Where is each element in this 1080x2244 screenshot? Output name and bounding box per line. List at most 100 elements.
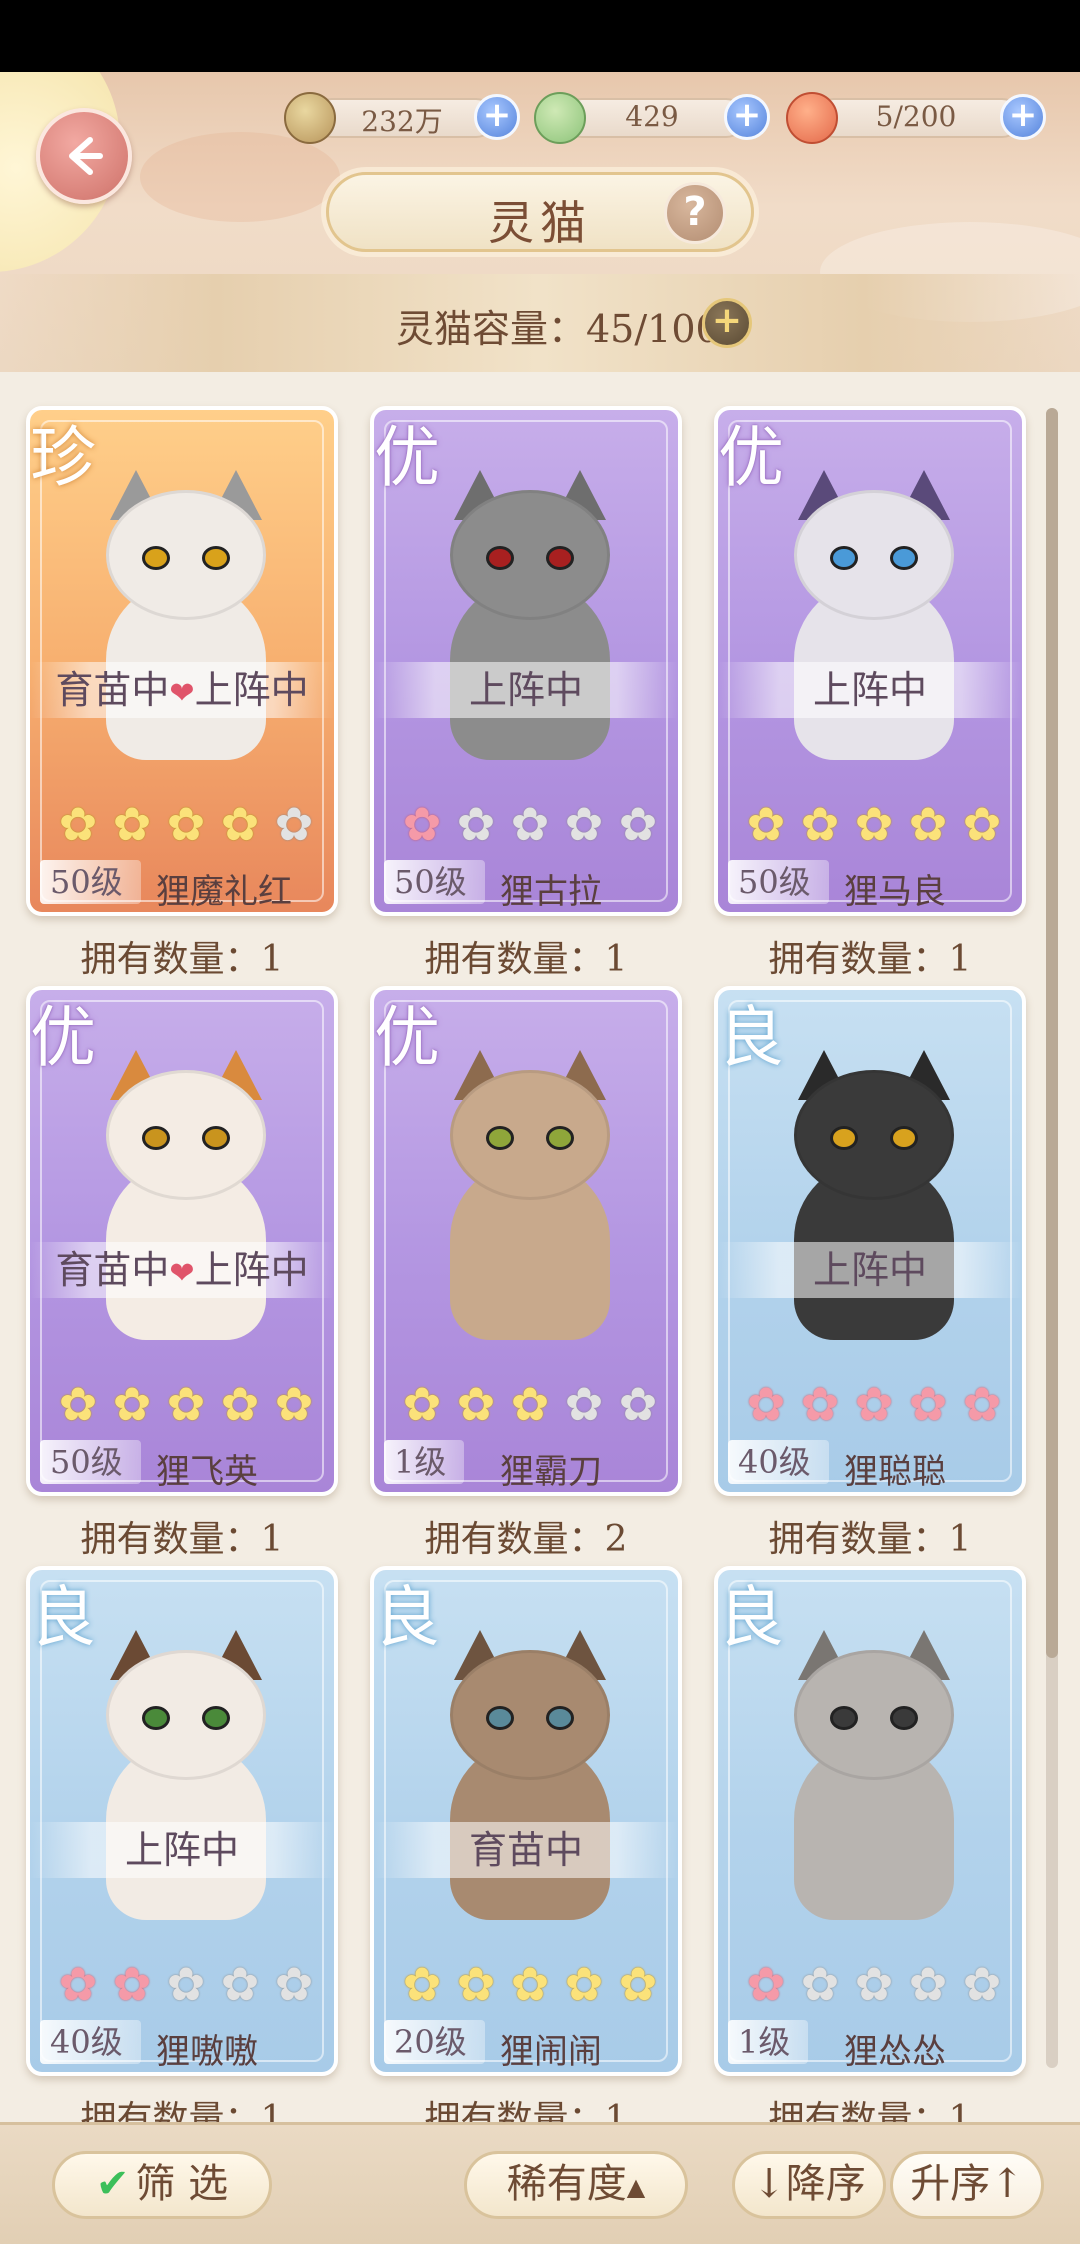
flower-star-icon: ✿	[854, 1377, 894, 1431]
flower-star-icon: ✿	[166, 1957, 206, 2011]
rarity-badge: 良	[718, 999, 784, 1076]
cat-card[interactable]: 优育苗中❤上阵中 ✿ ✿ ✿ ✿ ✿ 50级 狸飞英	[26, 986, 338, 1496]
status-label: 育苗中	[55, 1248, 170, 1292]
flower-star-icon: ✿	[962, 797, 1002, 851]
level-badge: 1级	[384, 1440, 465, 1484]
asc-label: 升序↑	[910, 2161, 1024, 2207]
level-row: 50级 狸古拉	[374, 854, 678, 912]
star-rating: ✿ ✿ ✿ ✿ ✿	[54, 800, 318, 850]
level-row: 40级 狸嗷嗷	[30, 2014, 334, 2072]
owned-count: 拥有数量：1	[768, 939, 972, 980]
cat-name: 狸马良	[844, 872, 946, 912]
rarity-badge: 优	[30, 999, 96, 1076]
level-badge: 50级	[40, 1440, 141, 1484]
owned-count: 拥有数量：1	[768, 1519, 972, 1560]
flower-star-icon: ✿	[800, 1377, 840, 1431]
owned-count: 拥有数量：1	[80, 2099, 284, 2122]
flower-star-icon: ✿	[564, 1957, 604, 2011]
cat-name: 狸霸刀	[500, 1452, 602, 1492]
flower-star-icon: ✿	[112, 1957, 152, 2011]
status-label: 育苗中	[468, 1828, 583, 1872]
cloud-decoration	[140, 132, 340, 222]
status-label: 上阵中	[468, 668, 583, 712]
flower-star-icon: ✿	[746, 1377, 786, 1431]
flower-star-icon: ✿	[274, 1957, 314, 2011]
sort-rarity-button[interactable]: 稀有度▲	[464, 2151, 688, 2219]
rarity-badge: 优	[374, 999, 440, 1076]
status-label: 育苗中	[55, 668, 170, 712]
flower-star-icon: ✿	[746, 1957, 786, 2011]
owned-count: 拥有数量：1	[80, 939, 284, 980]
flower-star-icon: ✿	[800, 1957, 840, 2011]
cat-card[interactable]: 优 ✿ ✿ ✿ ✿ ✿ 1级 狸霸刀	[370, 986, 682, 1496]
flower-star-icon: ✿	[112, 1377, 152, 1431]
expand-capacity-button[interactable]: +	[702, 298, 752, 348]
bottom-toolbar: ✔ 筛 选 稀有度▲ ↓降序 升序↑	[0, 2122, 1080, 2244]
flower-star-icon: ✿	[456, 1377, 496, 1431]
rarity-badge: 良	[30, 1579, 96, 1656]
resource-value: 232万	[361, 105, 443, 138]
flower-star-icon: ✿	[854, 797, 894, 851]
desc-label: ↓降序	[752, 2161, 866, 2207]
back-button[interactable]	[36, 108, 132, 204]
star-rating: ✿ ✿ ✿ ✿ ✿	[54, 1960, 318, 2010]
cat-name: 狸聪聪	[844, 1452, 946, 1492]
rarity-badge: 良	[374, 1579, 440, 1656]
star-rating: ✿ ✿ ✿ ✿ ✿	[742, 1380, 1006, 1430]
sort-ascending-button[interactable]: 升序↑	[890, 2151, 1044, 2219]
cat-card[interactable]: 优上阵中 ✿ ✿ ✿ ✿ ✿ 50级 狸古拉	[370, 406, 682, 916]
status-band: 育苗中❤上阵中	[30, 1242, 334, 1298]
resource-bird: 429 +	[534, 92, 770, 144]
filter-button[interactable]: ✔ 筛 选	[52, 2151, 272, 2219]
flower-star-icon: ✿	[220, 1377, 260, 1431]
flower-star-icon: ✿	[112, 797, 152, 851]
status-label: 上阵中	[194, 1248, 309, 1292]
status-band: 上阵中	[718, 662, 1022, 718]
owned-count: 拥有数量：1	[424, 939, 628, 980]
add-food-button[interactable]: +	[1000, 94, 1046, 140]
flower-star-icon: ✿	[220, 1957, 260, 2011]
flower-star-icon: ✿	[800, 797, 840, 851]
flower-star-icon: ✿	[510, 797, 550, 851]
flower-star-icon: ✿	[166, 797, 206, 851]
cat-card[interactable]: 良上阵中 ✿ ✿ ✿ ✿ ✿ 40级 狸嗷嗷	[26, 1566, 338, 2076]
help-button[interactable]: ?	[664, 182, 726, 244]
flower-star-icon: ✿	[402, 1957, 442, 2011]
status-band: 育苗中❤上阵中	[30, 662, 334, 718]
status-band: 上阵中	[374, 662, 678, 718]
star-rating: ✿ ✿ ✿ ✿ ✿	[742, 1960, 1006, 2010]
star-rating: ✿ ✿ ✿ ✿ ✿	[54, 1380, 318, 1430]
scrollbar-thumb[interactable]	[1046, 408, 1058, 1658]
sort-label: 稀有度	[506, 2161, 627, 2207]
cat-card[interactable]: 珍育苗中❤上阵中 ✿ ✿ ✿ ✿ ✿ 50级 狸魔礼红	[26, 406, 338, 916]
check-icon: ✔	[95, 2161, 130, 2207]
cat-card[interactable]: 良育苗中 ✿ ✿ ✿ ✿ ✿ 20级 狸闹闹	[370, 1566, 682, 2076]
flower-star-icon: ✿	[618, 1957, 658, 2011]
cat-grid: 珍育苗中❤上阵中 ✿ ✿ ✿ ✿ ✿ 50级 狸魔礼红 拥有数量：1 优上阵中 ✿ ✿ ✿ ✿ ✿ 50级 狸古…	[0, 372, 1080, 2122]
flower-star-icon: ✿	[510, 1957, 550, 2011]
cat-illustration	[774, 1630, 974, 1920]
flower-star-icon: ✿	[908, 1957, 948, 2011]
cat-card[interactable]: 良 ✿ ✿ ✿ ✿ ✿ 1级 狸怂怂	[714, 1566, 1026, 2076]
scrollbar[interactable]	[1046, 408, 1058, 2068]
cat-card[interactable]: 良上阵中 ✿ ✿ ✿ ✿ ✿ 40级 狸聪聪	[714, 986, 1026, 1496]
heart-icon: ❤	[169, 1256, 195, 1291]
add-bird-button[interactable]: +	[724, 94, 770, 140]
flower-star-icon: ✿	[456, 797, 496, 851]
cat-name: 狸魔礼红	[156, 872, 292, 912]
status-label: 上阵中	[124, 1828, 239, 1872]
flower-star-icon: ✿	[402, 797, 442, 851]
resource-value: 429	[625, 100, 679, 133]
star-rating: ✿ ✿ ✿ ✿ ✿	[742, 800, 1006, 850]
cat-card[interactable]: 优上阵中 ✿ ✿ ✿ ✿ ✿ 50级 狸马良	[714, 406, 1026, 916]
cat-name: 狸嗷嗷	[156, 2032, 258, 2072]
sort-descending-button[interactable]: ↓降序	[732, 2151, 886, 2219]
add-coins-button[interactable]: +	[474, 94, 520, 140]
cat-name: 狸古拉	[500, 872, 602, 912]
level-badge: 1级	[728, 2020, 809, 2064]
status-band: 上阵中	[30, 1822, 334, 1878]
owned-count: 拥有数量：2	[424, 1519, 628, 1560]
resource-coins: 232万 +	[284, 92, 520, 144]
cat-name: 狸飞英	[156, 1452, 258, 1492]
flower-star-icon: ✿	[618, 797, 658, 851]
